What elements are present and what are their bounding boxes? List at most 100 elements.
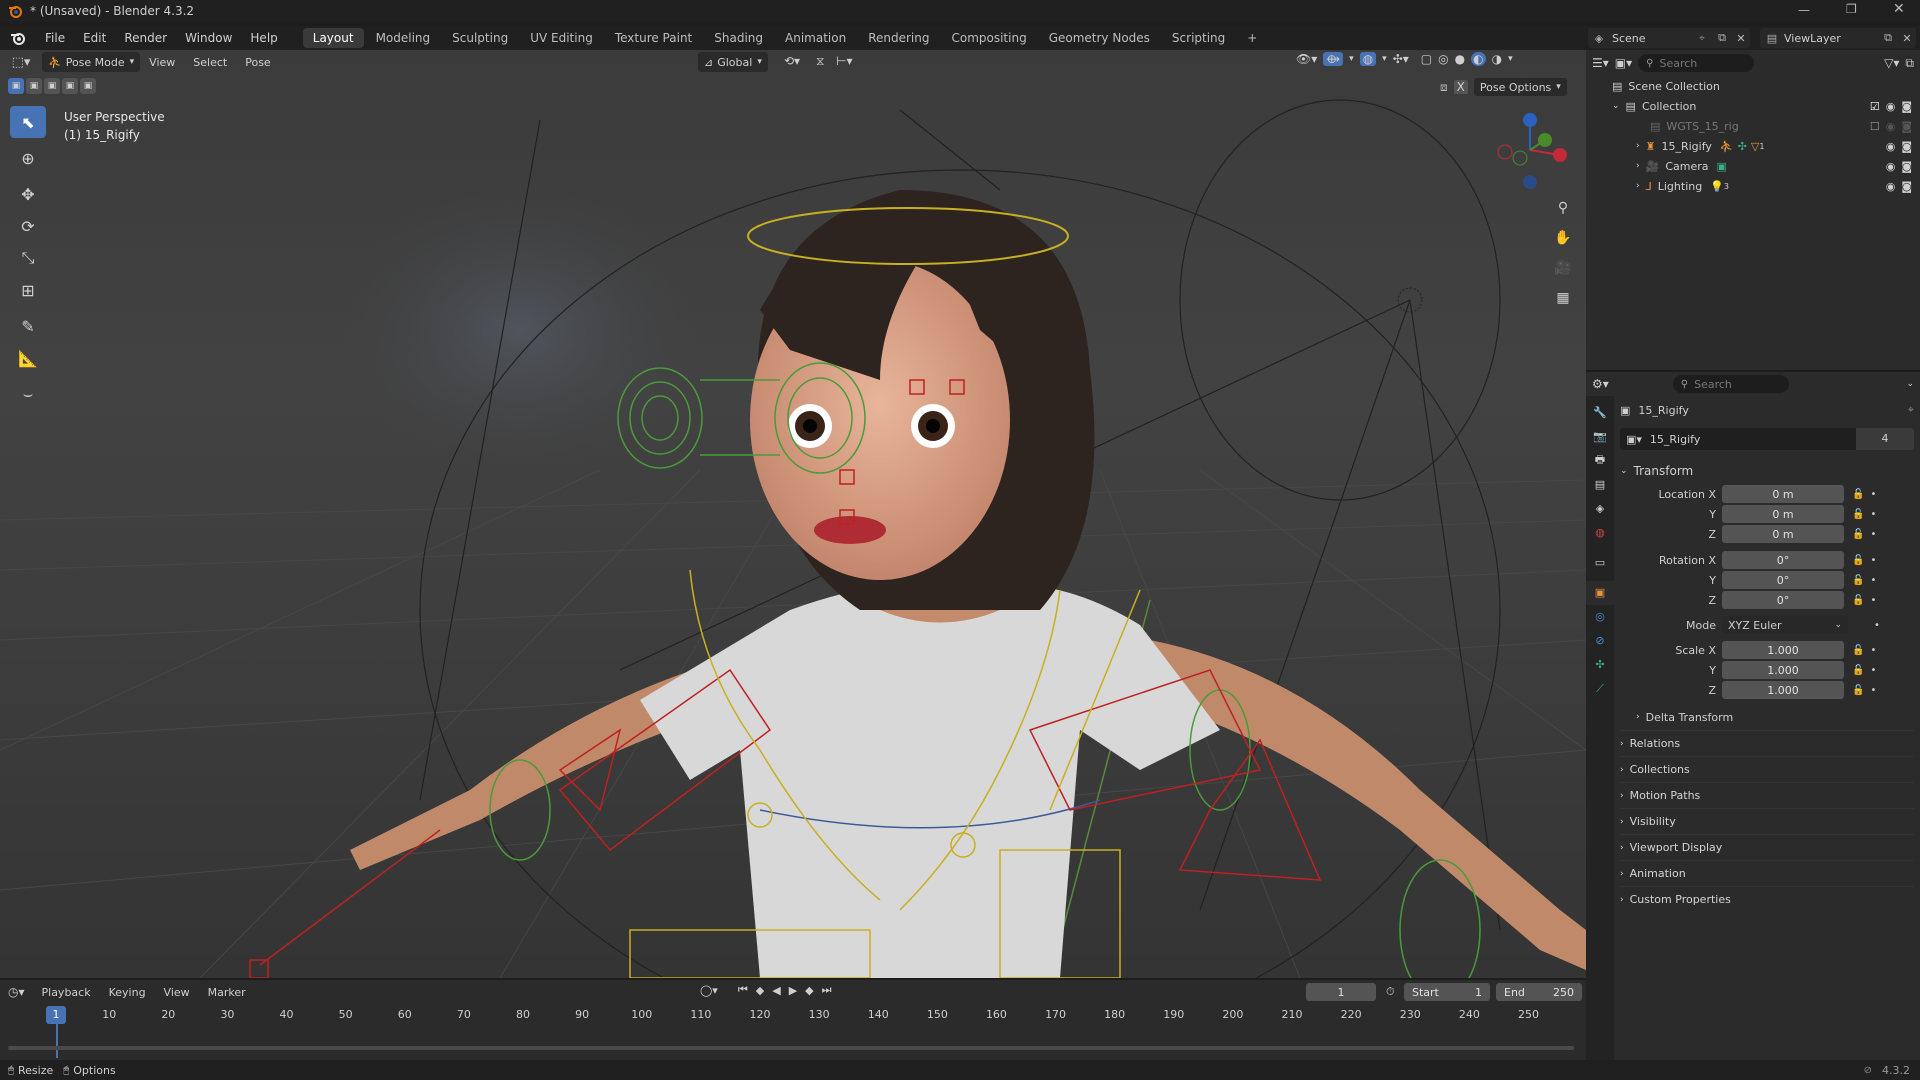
tree-row-lighting[interactable]: › ⅃ Lighting 💡 3 ◉ ◙ xyxy=(1586,176,1920,196)
location-z-field[interactable]: 0 m xyxy=(1722,525,1844,543)
keyframe-dot-icon[interactable]: • xyxy=(1870,595,1876,606)
menu-render[interactable]: Render xyxy=(115,26,176,50)
datablock-users[interactable]: 4 xyxy=(1856,428,1914,450)
start-frame-field[interactable]: Start 1 xyxy=(1404,983,1490,1001)
tool-tab-icon[interactable]: 🔧 xyxy=(1586,400,1614,424)
timeline-menu-playback[interactable]: Playback xyxy=(33,980,100,1004)
mode-selector[interactable]: ⛹ Pose Mode ▾ xyxy=(42,52,141,72)
overlays-dropdown-icon[interactable]: ▾ xyxy=(1382,54,1387,64)
jump-start-icon[interactable]: ⏮ xyxy=(738,983,748,997)
lock-icon[interactable]: 🔓 xyxy=(1852,555,1864,566)
location-x-field[interactable]: 0 m xyxy=(1722,485,1844,503)
current-frame-field[interactable]: 1 xyxy=(1306,983,1376,1001)
lock-icon[interactable]: 🔓 xyxy=(1852,685,1864,696)
add-workspace-button[interactable]: + xyxy=(1237,28,1267,48)
tab-rendering[interactable]: Rendering xyxy=(858,28,939,48)
rotation-x-field[interactable]: 0° xyxy=(1722,551,1844,569)
view-layer-tab-icon[interactable]: ▤ xyxy=(1586,473,1614,497)
panel-relations[interactable]: › Relations xyxy=(1620,730,1914,756)
tool-transform[interactable]: ⊞ xyxy=(10,274,46,306)
viewlayer-selector[interactable]: ▤ ViewLayer ⧉ ✕ xyxy=(1760,28,1916,48)
armature-data-tab-icon[interactable]: ✣ xyxy=(1586,653,1614,677)
filter-icon[interactable]: ▽▾ xyxy=(1884,56,1899,70)
tool-scale[interactable]: ⤡ xyxy=(10,242,46,274)
prev-keyframe-icon[interactable]: ◆ xyxy=(756,984,764,997)
shading-dropdown-icon[interactable]: ▾ xyxy=(1508,54,1513,64)
timeline-ruler[interactable]: 1102030405060708090100110120130140150160… xyxy=(0,1004,1586,1058)
gizmo-icon[interactable]: ⟴ xyxy=(1323,52,1344,66)
transform-panel-header[interactable]: ⌄ Transform xyxy=(1620,458,1914,484)
world-tab-icon[interactable]: ◍ xyxy=(1586,521,1614,545)
bone-tab-icon[interactable]: ⟋ xyxy=(1586,677,1614,701)
zoom-button[interactable]: ⚲ xyxy=(1550,195,1576,221)
close-button[interactable]: ✕ xyxy=(1893,1,1905,17)
tool-measure[interactable]: 📐 xyxy=(10,342,46,374)
keyframe-dot-icon[interactable]: • xyxy=(1874,620,1880,631)
wireframe-shading-icon[interactable]: ◎ xyxy=(1438,52,1448,66)
mirror-icon[interactable]: ⧈ xyxy=(1440,80,1448,95)
eye-icon[interactable]: ◉ xyxy=(1886,120,1896,133)
panel-motion-paths[interactable]: › Motion Paths xyxy=(1620,782,1914,808)
tree-row-wgts[interactable]: ▤ WGTS_15_rig ☐ ◉ ◙ xyxy=(1586,116,1920,136)
properties-search[interactable]: ⚲ Search xyxy=(1672,375,1789,393)
auto-key-icon[interactable]: ◯▾ xyxy=(700,984,718,997)
viewport-menu-select[interactable]: Select xyxy=(184,50,236,74)
lock-icon[interactable]: 🔓 xyxy=(1852,489,1864,500)
tab-modeling[interactable]: Modeling xyxy=(366,28,441,48)
timeline-menu-marker[interactable]: Marker xyxy=(199,980,255,1004)
eye-icon[interactable]: ◉ xyxy=(1886,160,1896,173)
eye-icon[interactable]: ◉ xyxy=(1886,180,1896,193)
render-camera-icon[interactable]: ◙ xyxy=(1901,120,1912,133)
bone-overlay-icon[interactable]: ✣▾ xyxy=(1393,52,1409,66)
maximize-button[interactable]: ❐ xyxy=(1846,2,1857,16)
constraints-tab-icon[interactable]: ⊘ xyxy=(1586,629,1614,653)
lock-icon[interactable]: 🔓 xyxy=(1852,529,1864,540)
pin-icon[interactable]: ⌖ xyxy=(1908,403,1914,417)
pose-options-dropdown[interactable]: Pose Options ▾ xyxy=(1473,78,1567,96)
keyframe-dot-icon[interactable]: • xyxy=(1870,575,1876,586)
tab-compositing[interactable]: Compositing xyxy=(941,28,1036,48)
camera-view-button[interactable]: 🎥 xyxy=(1550,255,1576,281)
x-mirror-icon[interactable]: X xyxy=(1453,80,1468,94)
scene-selector[interactable]: ◈ Scene ⌖ ⧉ ✕ xyxy=(1588,28,1750,48)
tab-geometry-nodes[interactable]: Geometry Nodes xyxy=(1039,28,1160,48)
tab-uv-editing[interactable]: UV Editing xyxy=(520,28,603,48)
object-tab-icon[interactable]: ▣ xyxy=(1586,580,1614,605)
navigation-gizmo[interactable] xyxy=(1490,110,1570,190)
select-extend-icon[interactable]: ▣ xyxy=(26,78,42,94)
scene-tab-icon[interactable]: ◈ xyxy=(1586,497,1614,521)
menu-file[interactable]: File xyxy=(36,26,74,50)
lock-icon[interactable]: 🔓 xyxy=(1852,509,1864,520)
select-new-icon[interactable]: ▣ xyxy=(8,78,24,94)
blender-menu-icon[interactable] xyxy=(0,26,36,50)
rotation-z-field[interactable]: 0° xyxy=(1722,591,1844,609)
eye-icon[interactable]: ◉ xyxy=(1886,100,1896,113)
tab-texture-paint[interactable]: Texture Paint xyxy=(605,28,702,48)
collection-tab-icon[interactable]: ▭ xyxy=(1586,551,1614,575)
next-keyframe-icon[interactable]: ◆ xyxy=(805,984,813,997)
datablock-row[interactable]: ▣▾ 15_Rigify 4 xyxy=(1620,428,1914,450)
3d-viewport[interactable]: ⬚▾ ⛹ Pose Mode ▾ View Select Pose ⊿ Glob… xyxy=(0,50,1586,978)
keyframe-dot-icon[interactable]: • xyxy=(1870,529,1876,540)
display-mode-icon[interactable]: ▣▾ xyxy=(1615,56,1632,70)
chevron-down-icon[interactable]: ⌄ xyxy=(1612,101,1620,111)
tool-bone-size[interactable]: ⌣ xyxy=(10,378,46,410)
rotation-y-field[interactable]: 0° xyxy=(1722,571,1844,589)
tool-cursor[interactable]: ⊕ xyxy=(10,142,46,174)
keyframe-dot-icon[interactable]: • xyxy=(1870,645,1876,656)
tool-move[interactable]: ✥ xyxy=(10,178,46,210)
minimize-button[interactable]: — xyxy=(1798,3,1810,17)
tab-scripting[interactable]: Scripting xyxy=(1162,28,1235,48)
chevron-right-icon[interactable]: › xyxy=(1636,141,1640,151)
visibility-icon[interactable]: 👁▾ xyxy=(1296,52,1317,66)
select-invert-icon[interactable]: ▣ xyxy=(62,78,78,94)
render-tab-icon[interactable]: 📷 xyxy=(1586,424,1614,448)
outliner-editor-icon[interactable]: ☰▾ xyxy=(1592,56,1609,70)
editor-type-icon[interactable]: ⬚▾ xyxy=(6,52,36,72)
ortho-toggle-button[interactable]: ▦ xyxy=(1550,285,1576,311)
pivot-icon[interactable]: ⟲▾ xyxy=(784,54,800,68)
output-tab-icon[interactable]: 🖶 xyxy=(1586,449,1614,473)
material-shading-icon[interactable]: ◐ xyxy=(1471,52,1486,66)
keyframe-dot-icon[interactable]: • xyxy=(1870,555,1876,566)
render-camera-icon[interactable]: ◙ xyxy=(1901,160,1912,173)
